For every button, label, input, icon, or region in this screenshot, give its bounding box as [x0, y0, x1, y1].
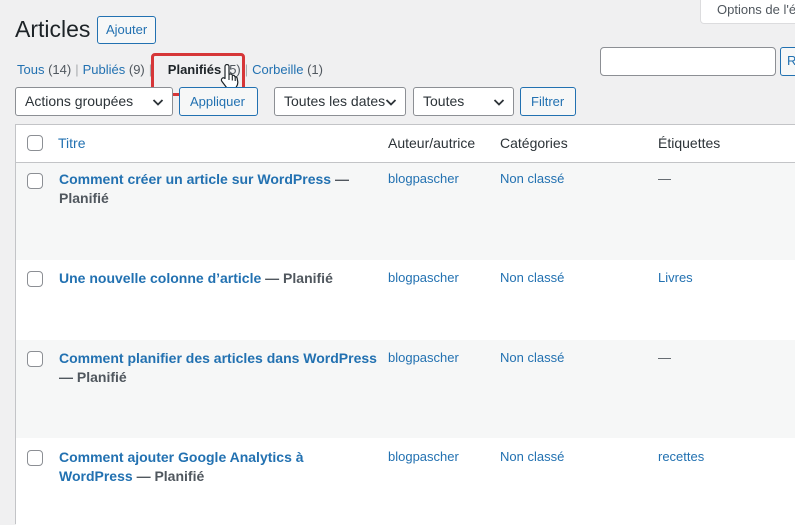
chevron-down-icon — [493, 99, 505, 106]
author-link[interactable]: blogpascher — [388, 350, 459, 365]
post-title-link[interactable]: Comment planifier des articles dans Word… — [59, 350, 377, 366]
separator: | — [244, 62, 249, 77]
column-author-header: Auteur/autrice — [388, 135, 476, 151]
table-row: Comment planifier des articles dans Word… — [16, 340, 795, 438]
post-state: — Planifié — [265, 270, 333, 286]
author-link[interactable]: blogpascher — [388, 171, 459, 186]
chevron-down-icon — [385, 99, 397, 106]
category-filter-select[interactable]: Toutes — [413, 87, 514, 116]
chevron-down-icon — [152, 99, 164, 106]
post-state: — Planifié — [59, 369, 127, 385]
post-title-link[interactable]: Comment créer un article sur WordPress — [59, 171, 331, 187]
posts-table: Titre Auteur/autrice Catégories Étiquett… — [15, 124, 795, 525]
tag-link[interactable]: Livres — [658, 270, 693, 285]
post-title-link[interactable]: Une nouvelle colonne d’article — [59, 270, 261, 286]
apply-button[interactable]: Appliquer — [179, 87, 258, 116]
select-all-checkbox[interactable] — [27, 135, 43, 151]
view-trash-count: (1) — [307, 62, 323, 77]
column-tags-header: Étiquettes — [658, 135, 721, 151]
category-link[interactable]: Non classé — [500, 449, 564, 464]
search-button[interactable]: R — [780, 47, 795, 76]
tag-link[interactable]: recettes — [658, 449, 704, 464]
view-all-count: (14) — [48, 62, 72, 77]
dates-filter-select[interactable]: Toutes les dates — [274, 87, 406, 116]
post-title-cell: Comment créer un article sur WordPress —… — [59, 170, 377, 208]
table-row: Comment créer un article sur WordPress —… — [16, 163, 795, 260]
page-title: Articles — [15, 16, 91, 42]
category-filter-value: Toutes — [423, 93, 465, 109]
author-link[interactable]: blogpascher — [388, 270, 459, 285]
column-title-header[interactable]: Titre — [58, 135, 85, 151]
view-trash-link[interactable]: Corbeille (1) — [252, 62, 323, 77]
table-row: Une nouvelle colonne d’article — Planifi… — [16, 260, 795, 340]
post-title-cell: Une nouvelle colonne d’article — Planifi… — [59, 269, 377, 288]
bulk-actions-select[interactable]: Actions groupées — [15, 87, 173, 116]
category-link[interactable]: Non classé — [500, 270, 564, 285]
table-row: Comment ajouter Google Analytics à WordP… — [16, 438, 795, 525]
category-link[interactable]: Non classé — [500, 350, 564, 365]
row-checkbox[interactable] — [27, 173, 43, 189]
row-checkbox[interactable] — [27, 271, 43, 287]
separator: | — [75, 62, 79, 77]
table-header: Titre Auteur/autrice Catégories Étiquett… — [16, 125, 795, 163]
bulk-actions-value: Actions groupées — [25, 93, 134, 109]
filter-button[interactable]: Filtrer — [520, 87, 576, 116]
view-published-count: (9) — [128, 62, 145, 77]
post-state: — Planifié — [136, 468, 205, 484]
category-link[interactable]: Non classé — [500, 171, 564, 186]
tags-cell: — — [658, 171, 671, 186]
row-checkbox[interactable] — [27, 351, 43, 367]
search-input[interactable] — [600, 47, 776, 76]
post-title-cell: Comment planifier des articles dans Word… — [59, 349, 377, 387]
screen-options-button[interactable]: Options de l'é — [700, 0, 795, 24]
column-categories-header: Catégories — [500, 135, 568, 151]
view-published-link[interactable]: Publiés (9) — [83, 62, 145, 77]
row-checkbox[interactable] — [27, 450, 43, 466]
post-title-cell: Comment ajouter Google Analytics à WordP… — [59, 448, 377, 486]
view-all-link[interactable]: Tous (14) — [17, 62, 71, 77]
add-article-button[interactable]: Ajouter — [97, 16, 157, 44]
dates-filter-value: Toutes les dates — [284, 93, 386, 109]
author-link[interactable]: blogpascher — [388, 449, 459, 464]
tags-cell: — — [658, 350, 671, 365]
